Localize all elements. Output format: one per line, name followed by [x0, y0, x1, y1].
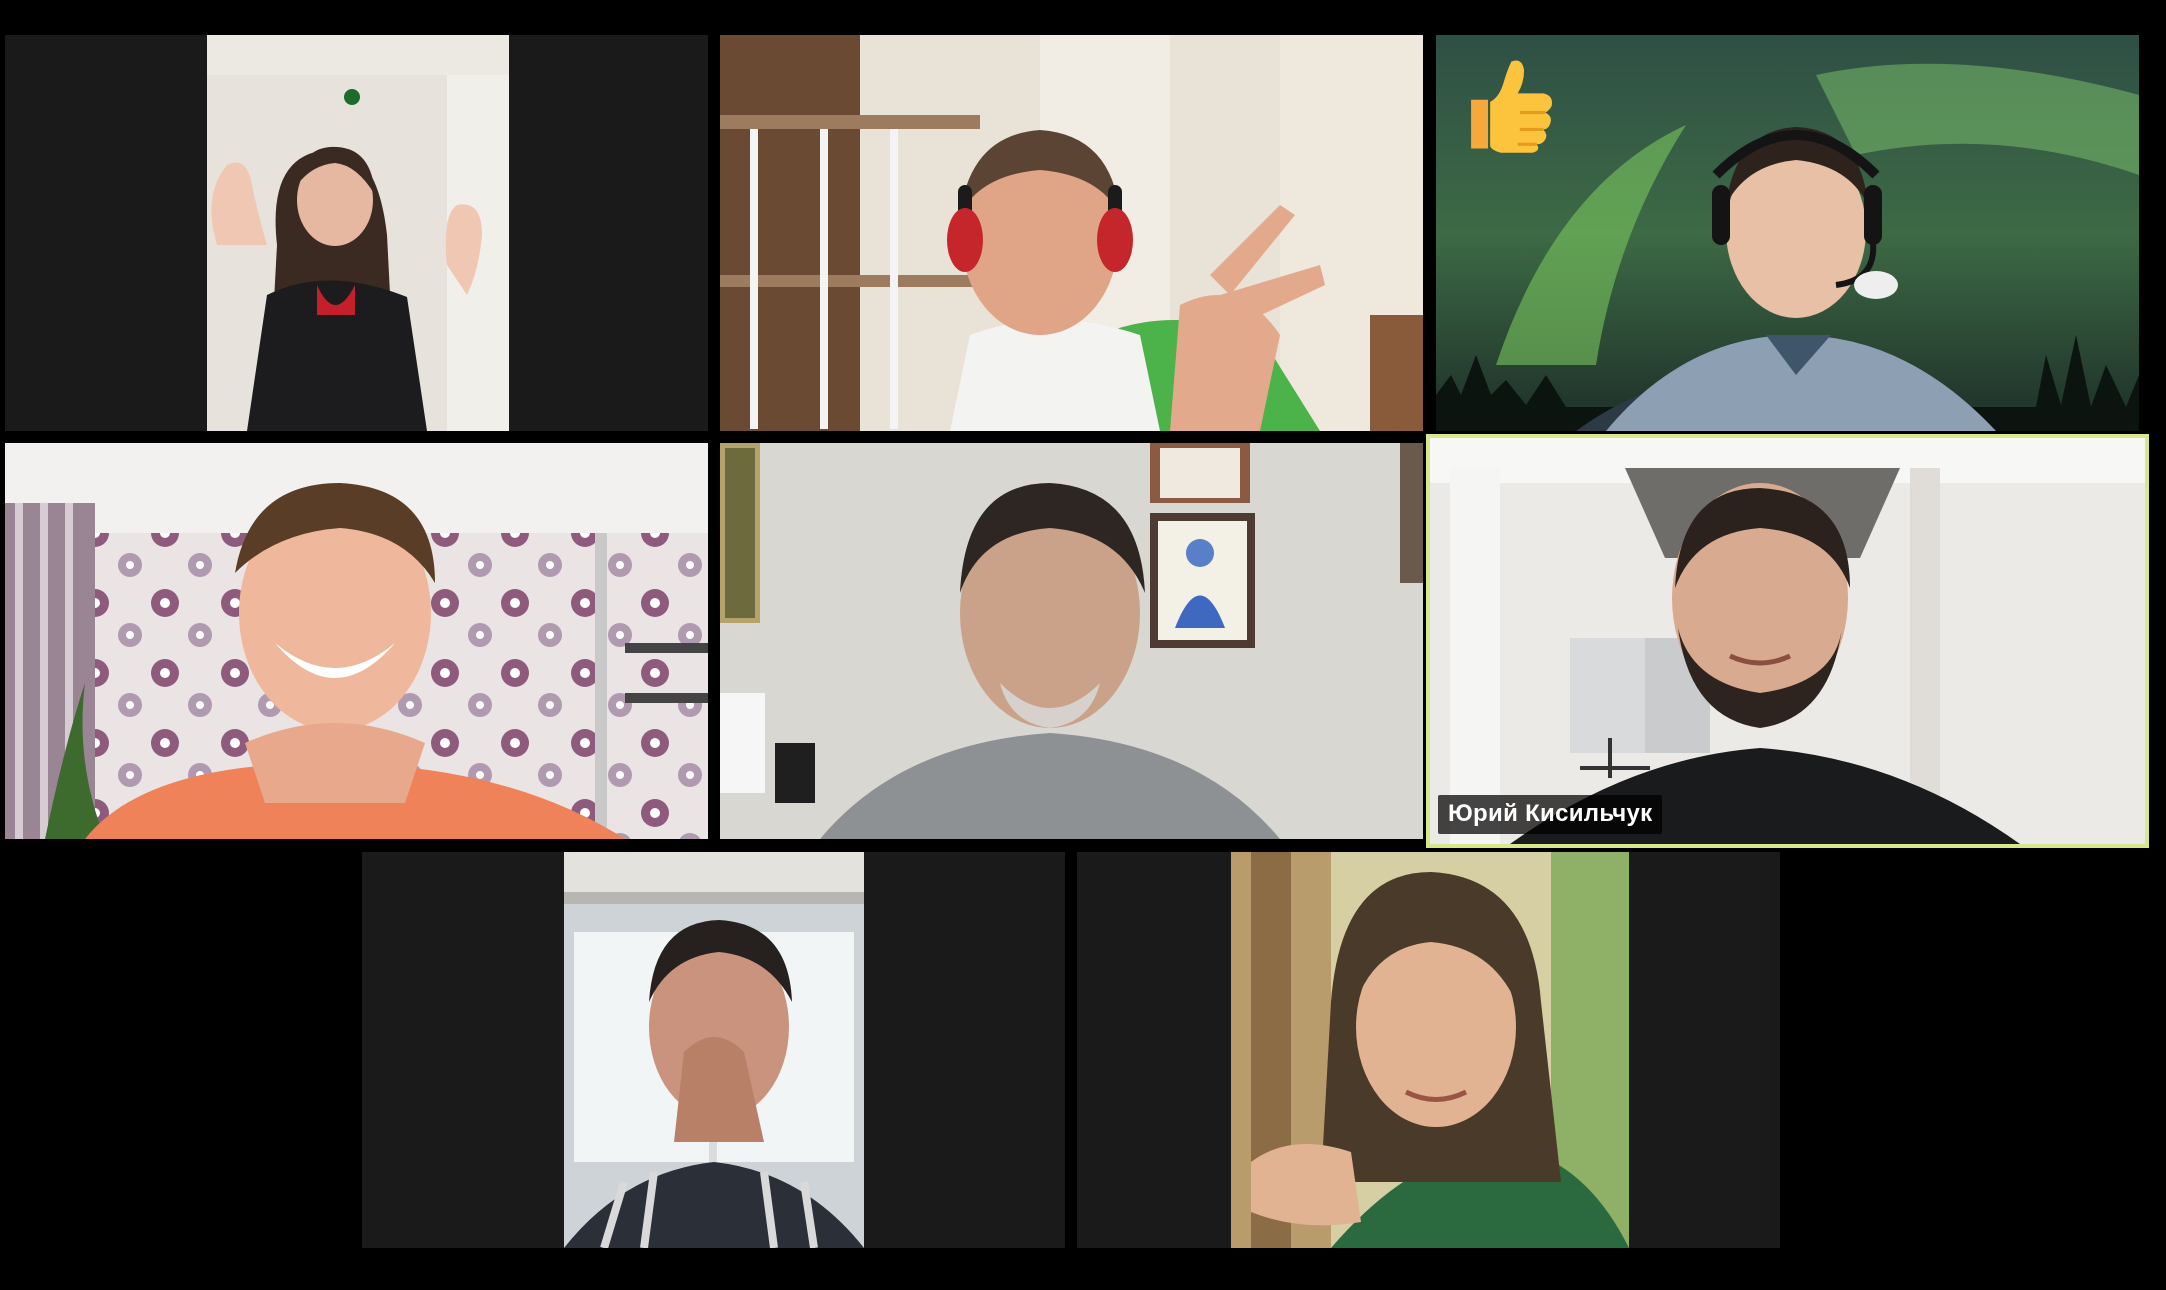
video-gallery: Юрий Кисильчук: [0, 0, 2166, 1290]
participant-video: [720, 35, 1423, 431]
participant-tile-7[interactable]: [362, 852, 1065, 1248]
participant-name-label: Юрий Кисильчук: [1438, 795, 1663, 834]
participant-tile-6-active-speaker[interactable]: Юрий Кисильчук: [1426, 434, 2149, 848]
participant-video: [207, 35, 509, 431]
participant-tile-4[interactable]: [5, 443, 708, 839]
participant-video: [5, 443, 708, 839]
participant-tile-1[interactable]: [5, 35, 708, 431]
participant-video: [564, 852, 864, 1248]
participant-video: [1231, 852, 1629, 1248]
participant-video: [720, 443, 1423, 839]
participant-tile-3[interactable]: [1436, 35, 2139, 431]
participant-tile-5[interactable]: [720, 443, 1423, 839]
participant-video: [1430, 438, 2145, 844]
participant-tile-2[interactable]: [720, 35, 1423, 431]
thumbs-up-icon: [1471, 60, 1552, 153]
participant-tile-8[interactable]: [1077, 852, 1780, 1248]
